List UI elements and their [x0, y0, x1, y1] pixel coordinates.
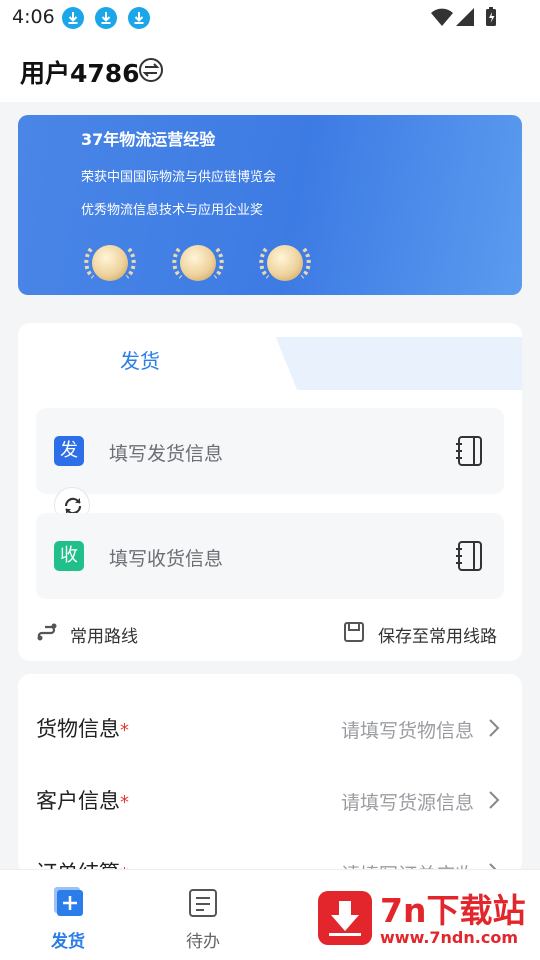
- chevron-right-icon: [488, 718, 500, 742]
- common-routes-link[interactable]: 常用路线: [70, 622, 138, 647]
- nav-todo[interactable]: 待办: [158, 870, 248, 960]
- sender-badge: 发: [54, 436, 84, 466]
- watermark-title: 7n下载站: [380, 891, 526, 930]
- award-medal-icon: [256, 243, 314, 283]
- required-mark: *: [120, 720, 129, 741]
- banner-line-1: 荣获中国国际物流与供应链博览会: [81, 170, 277, 185]
- banner-title: 37年物流运营经验: [81, 130, 216, 149]
- todo-list-icon: [189, 889, 217, 917]
- customer-info-row[interactable]: 客户信息* 请填写货源信息: [18, 770, 522, 830]
- watermark-url: www.7ndn.com: [380, 928, 518, 947]
- cargo-info-row[interactable]: 货物信息* 请填写货物信息: [18, 698, 522, 758]
- download-notification-icon: [62, 7, 84, 29]
- wifi-icon: [430, 6, 454, 32]
- award-medal-icon: [169, 243, 227, 283]
- header: 用户4786: [0, 36, 540, 102]
- promo-banner[interactable]: 37年物流运营经验 荣获中国国际物流与供应链博览会 优秀物流信息技术与应用企业奖: [18, 115, 522, 295]
- route-icon: [36, 621, 58, 647]
- nav-ship-label: 发货: [51, 932, 85, 952]
- watermark: 7n下载站 www.7ndn.com: [310, 880, 532, 954]
- sender-placeholder: 填写发货信息: [109, 443, 224, 465]
- ship-nav-icon: [54, 887, 83, 916]
- required-mark: *: [120, 792, 129, 813]
- tab-ship-label: 发货: [120, 349, 160, 373]
- nav-todo-label: 待办: [186, 932, 220, 952]
- save-icon: [343, 621, 365, 647]
- battery-icon: [484, 6, 498, 32]
- save-route-button[interactable]: 保存至常用线路: [378, 622, 497, 647]
- download-notification-icon: [95, 7, 117, 29]
- nav-ship[interactable]: 发货: [23, 870, 113, 960]
- cargo-info-placeholder: 请填写货物信息: [340, 720, 474, 742]
- sender-info-row[interactable]: 发 填写发货信息: [36, 408, 504, 494]
- user-name: 用户4786: [20, 59, 140, 88]
- receiver-placeholder: 填写收货信息: [109, 548, 224, 570]
- banner-line-2: 优秀物流信息技术与应用企业奖: [81, 203, 264, 218]
- switch-account-icon[interactable]: [138, 57, 164, 87]
- customer-info-label: 客户信息: [36, 789, 120, 813]
- receiver-badge: 收: [54, 541, 84, 571]
- download-logo-icon: [318, 891, 372, 945]
- receiver-info-row[interactable]: 收 填写收货信息: [36, 513, 504, 599]
- shipping-card: 发货 发 填写发货信息 收 填写收货信息 常用路线 保存至常用线路: [18, 323, 522, 661]
- address-book-icon[interactable]: [455, 435, 485, 471]
- status-time: 4:06: [12, 6, 55, 28]
- download-notification-icon: [128, 7, 150, 29]
- customer-info-placeholder: 请填写货源信息: [340, 792, 474, 814]
- tab-ship[interactable]: 发货: [18, 323, 276, 390]
- cargo-info-label: 货物信息: [36, 717, 120, 741]
- award-medal-icon: [81, 243, 139, 283]
- status-bar: 4:06: [0, 0, 540, 36]
- signal-icon: [455, 6, 475, 32]
- address-book-icon[interactable]: [455, 540, 485, 576]
- order-info-card: 货物信息* 请填写货物信息 客户信息* 请填写货源信息 订单结算* 请填写订单应…: [18, 674, 522, 874]
- chevron-right-icon: [488, 790, 500, 814]
